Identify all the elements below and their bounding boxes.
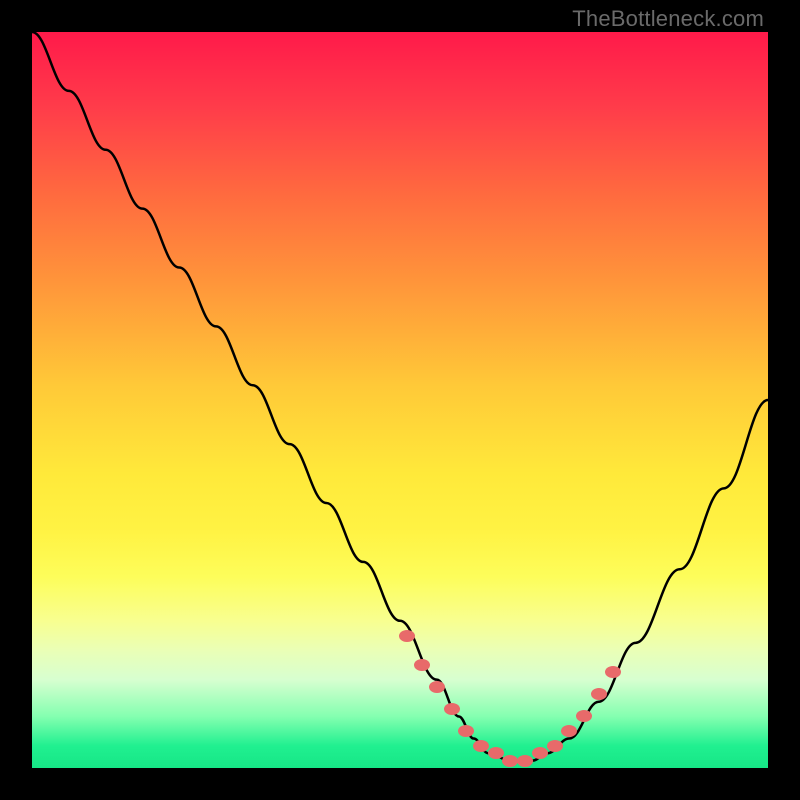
highlight-marker xyxy=(444,703,460,715)
highlight-marker xyxy=(473,740,489,752)
watermark-text: TheBottleneck.com xyxy=(572,6,764,32)
highlight-marker xyxy=(576,710,592,722)
highlight-marker xyxy=(414,659,430,671)
highlight-marker xyxy=(591,688,607,700)
highlight-marker xyxy=(517,755,533,767)
highlight-marker xyxy=(561,725,577,737)
highlight-marker xyxy=(429,681,445,693)
highlight-marker xyxy=(399,630,415,642)
highlight-marker xyxy=(605,666,621,678)
highlight-marker xyxy=(547,740,563,752)
chart-canvas: TheBottleneck.com xyxy=(0,0,800,800)
highlight-marker xyxy=(488,747,504,759)
highlight-marker xyxy=(532,747,548,759)
plot-area xyxy=(32,32,768,768)
highlight-marker xyxy=(458,725,474,737)
highlight-marker xyxy=(502,755,518,767)
bottleneck-curve xyxy=(32,32,768,768)
